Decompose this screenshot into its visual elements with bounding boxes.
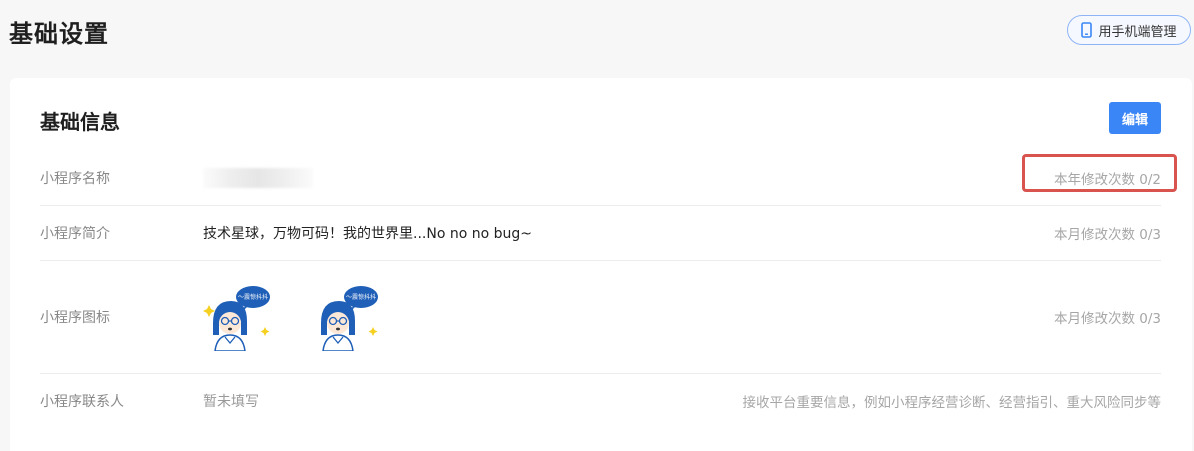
row-icon: 小程序图标 ～震惊抖抖 ～震惊抖抖 本月修改次数 0/3 (40, 261, 1161, 374)
basic-info-card: 基础信息 编辑 小程序名称 本年修改次数 0/2 小程序简介 技术星球，万物可码… (10, 78, 1192, 451)
mini-program-icon-large: ～震惊抖抖 (203, 286, 270, 351)
mini-program-icon-small: ～震惊抖抖 (321, 286, 378, 351)
row-label: 小程序名称 (40, 170, 110, 187)
section-title: 基础信息 (40, 110, 120, 134)
page-title: 基础设置 (9, 20, 109, 48)
row-quota: 接收平台重要信息，例如小程序经营诊断、经营指引、重大风险同步等 (742, 395, 1162, 411)
row-value: 技术星球，万物可码！我的世界里...No no no bug~ (203, 226, 532, 242)
row-contact: 小程序联系人 暂未填写 接收平台重要信息，例如小程序经营诊断、经营指引、重大风险… (40, 374, 1161, 428)
row-quota: 本月修改次数 0/3 (1053, 227, 1161, 243)
row-intro: 小程序简介 技术星球，万物可码！我的世界里...No no no bug~ 本月… (40, 206, 1161, 261)
settings-page: 基础设置 用手机端管理 基础信息 编辑 小程序名称 本年修改次数 0/2 小程序… (0, 0, 1194, 451)
redacted-name (203, 167, 313, 188)
svg-text:～震惊抖抖: ～震惊抖抖 (238, 293, 268, 301)
row-value: ～震惊抖抖 ～震惊抖抖 (203, 283, 1054, 351)
row-name: 小程序名称 本年修改次数 0/2 (40, 150, 1161, 206)
row-value (203, 167, 1054, 188)
phone-icon (1081, 22, 1093, 38)
row-label: 小程序简介 (40, 226, 110, 242)
row-quota: 本月修改次数 0/3 (1053, 311, 1161, 327)
row-value: 暂未填写 (203, 394, 259, 410)
row-label: 小程序图标 (40, 310, 110, 326)
mobile-manage-label: 用手机端管理 (1098, 24, 1177, 40)
svg-text:～震惊抖抖: ～震惊抖抖 (346, 293, 376, 301)
edit-button[interactable]: 编辑 (1109, 102, 1161, 134)
highlight-annotation (1022, 154, 1177, 192)
row-label: 小程序联系人 (40, 394, 124, 410)
mobile-manage-button[interactable]: 用手机端管理 (1067, 15, 1191, 45)
